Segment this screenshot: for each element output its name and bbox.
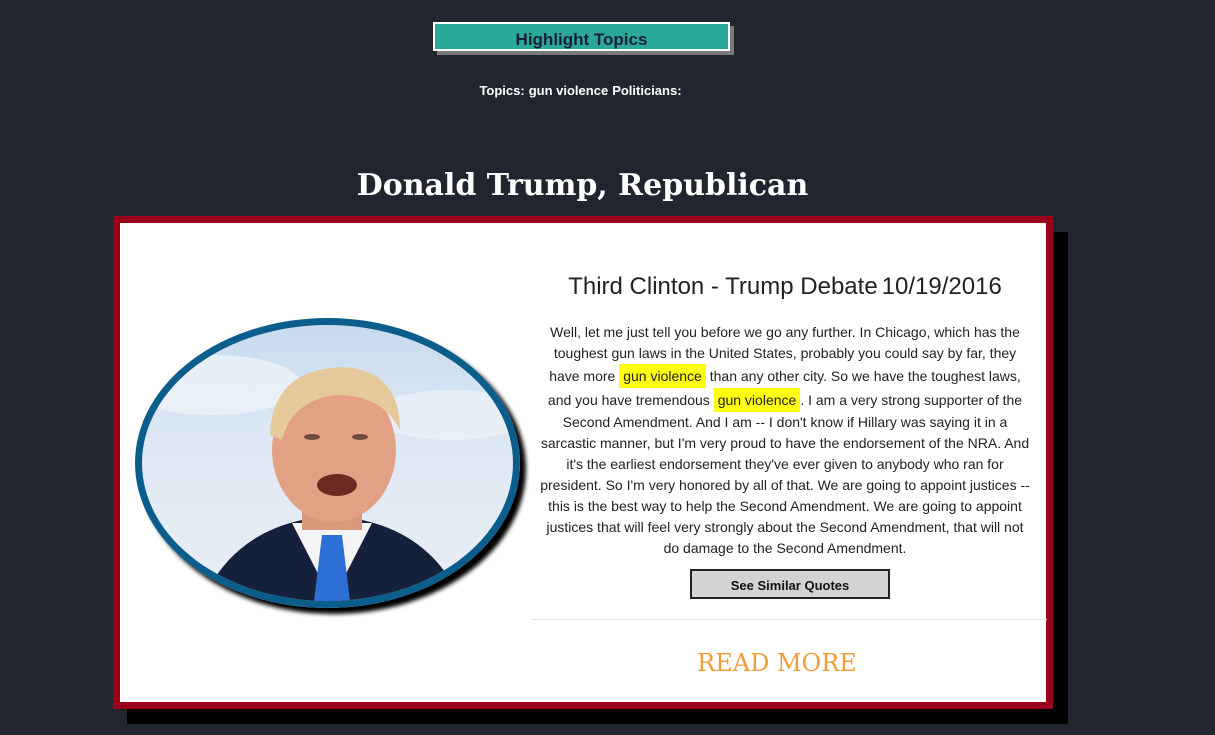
quote-text: Well, let me just tell you before we go … [540,322,1030,559]
debate-date: 10/19/2016 [881,273,1002,300]
politician-photo [135,318,520,608]
topic-highlight: gun violence [619,364,706,388]
debate-name: Third Clinton - Trump Debate [568,273,878,300]
topics-value: gun violence [528,83,609,98]
highlight-topics-button[interactable]: Highlight Topics [433,22,730,51]
divider [532,619,1047,620]
topics-label: Topics: [479,83,525,98]
debate-title: Third Clinton - Trump Debate 10/19/2016 [525,273,1045,301]
read-more-link[interactable]: READ MORE [532,649,1022,677]
quote-card: Third Clinton - Trump Debate 10/19/2016 W… [113,216,1053,709]
speaker-name: Donald Trump, Republican [356,168,809,203]
topic-highlight: gun violence [713,388,801,412]
see-similar-quotes-button[interactable]: See Similar Quotes [690,569,890,599]
quote-part: . I am a very strong supporter of the Se… [540,392,1030,556]
topics-line: Topics: gun violence Politicians: [0,83,1165,98]
politicians-label: Politicians: [612,83,682,98]
